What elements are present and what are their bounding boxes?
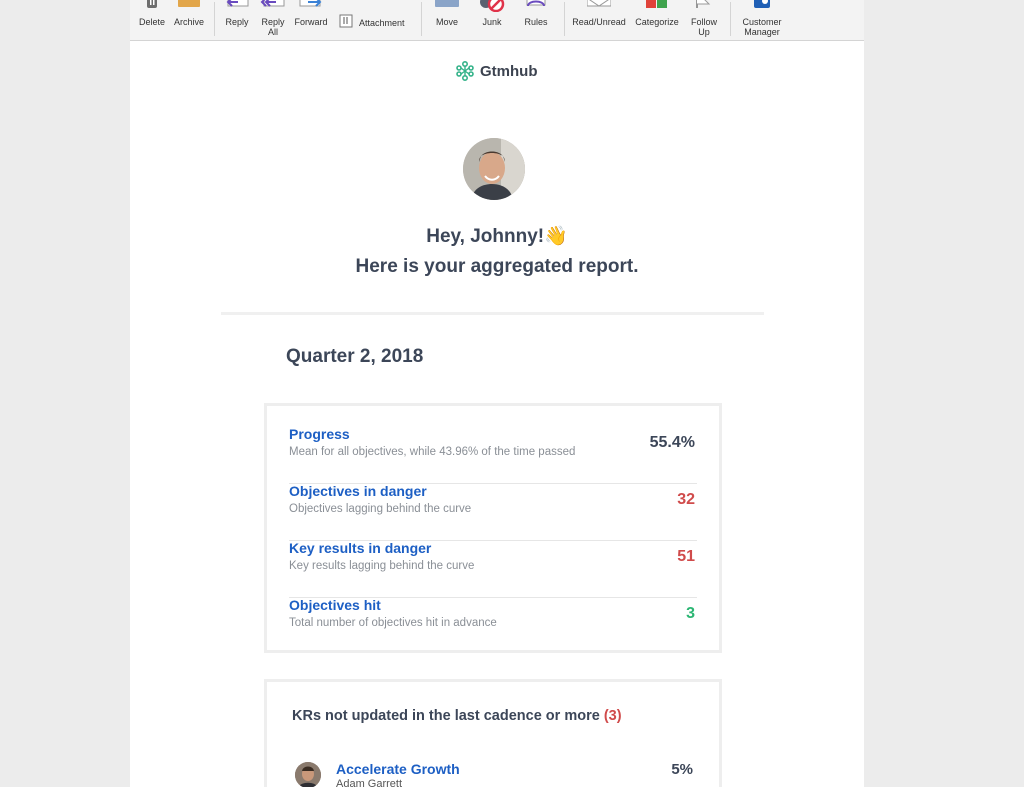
section-divider bbox=[221, 312, 764, 315]
forward-button[interactable]: Forward bbox=[292, 0, 330, 40]
archive-button[interactable]: Archive bbox=[171, 0, 207, 40]
junk-button[interactable]: Junk bbox=[474, 0, 510, 40]
email-window: Delete Archive Reply Reply All Forward A… bbox=[130, 0, 864, 787]
metric-value: 32 bbox=[677, 491, 695, 508]
metric-description: Mean for all objectives, while 43.96% of… bbox=[289, 446, 576, 458]
report-subtitle: Here is your aggregated report. bbox=[355, 256, 639, 277]
toolbar-separator bbox=[564, 2, 565, 36]
metric-title[interactable]: Objectives in danger bbox=[289, 483, 427, 499]
junk-block-icon bbox=[480, 0, 505, 12]
metric-description: Objectives lagging behind the curve bbox=[289, 503, 472, 515]
reply-all-icon bbox=[260, 0, 285, 7]
quarter-heading: Quarter 2, 2018 bbox=[286, 346, 424, 367]
gtmhub-logo: Gtmhub bbox=[456, 60, 538, 82]
user-avatar-photo bbox=[463, 138, 525, 200]
category-tags-icon bbox=[646, 0, 667, 8]
metrics-card: Progress Mean for all objectives, while … bbox=[264, 403, 722, 653]
attachment-button[interactable]: Attachment bbox=[336, 0, 412, 40]
gtmhub-logo-icon bbox=[456, 61, 474, 81]
stale-krs-card: KRs not updated in the last cadence or m… bbox=[264, 679, 722, 787]
metric-description: Key results lagging behind the curve bbox=[289, 560, 475, 572]
folder-icon bbox=[435, 0, 459, 7]
kr-owner-name: Adam Garrett bbox=[336, 778, 403, 787]
stale-krs-heading: KRs not updated in the last cadence or m… bbox=[292, 708, 622, 724]
flag-icon bbox=[696, 0, 711, 8]
metric-objectives-hit: Objectives hit Total number of objective… bbox=[289, 597, 697, 654]
brand-name: Gtmhub bbox=[480, 62, 538, 80]
metric-title[interactable]: Objectives hit bbox=[289, 597, 381, 613]
ribbon-toolbar: Delete Archive Reply Reply All Forward A… bbox=[130, 0, 864, 41]
follow-up-button[interactable]: Follow Up bbox=[686, 0, 722, 40]
metric-title[interactable]: Progress bbox=[289, 426, 350, 442]
rules-button[interactable]: Rules bbox=[518, 0, 554, 40]
customer-manager-icon bbox=[754, 0, 770, 8]
metric-value: 3 bbox=[686, 605, 695, 622]
customer-manager-button[interactable]: Customer Manager bbox=[736, 0, 788, 40]
move-button[interactable]: Move bbox=[428, 0, 466, 40]
stale-krs-heading-text: KRs not updated in the last cadence or m… bbox=[292, 708, 600, 724]
toolbar-separator bbox=[730, 2, 731, 36]
reply-icon bbox=[226, 0, 249, 7]
metric-value: 51 bbox=[677, 548, 695, 565]
toolbar-separator bbox=[214, 2, 215, 36]
paperclip-icon bbox=[339, 14, 353, 28]
kr-owner-avatar bbox=[295, 762, 321, 787]
metric-description: Total number of objectives hit in advanc… bbox=[289, 617, 497, 629]
delete-button[interactable]: Delete bbox=[136, 0, 168, 40]
categorize-button[interactable]: Categorize bbox=[632, 0, 682, 40]
envelope-icon bbox=[587, 0, 611, 7]
metric-value: 55.4% bbox=[649, 434, 695, 451]
rules-icon bbox=[526, 0, 546, 7]
reply-button[interactable]: Reply bbox=[220, 0, 254, 40]
metric-title[interactable]: Key results in danger bbox=[289, 540, 431, 556]
kr-owner-avatar-photo bbox=[295, 762, 321, 787]
toolbar-separator bbox=[421, 2, 422, 36]
metric-objectives-in-danger: Objectives in danger Objectives lagging … bbox=[289, 483, 697, 541]
greeting: Hey, Johnny!👋 bbox=[426, 226, 568, 247]
reply-all-button[interactable]: Reply All bbox=[256, 0, 290, 40]
metric-key-results-in-danger: Key results in danger Key results laggin… bbox=[289, 540, 697, 598]
stale-krs-count: (3) bbox=[603, 708, 622, 724]
read-unread-button[interactable]: Read/Unread bbox=[570, 0, 628, 40]
archive-box-icon bbox=[178, 0, 200, 7]
trash-icon bbox=[147, 0, 157, 8]
kr-name-link[interactable]: Accelerate Growth bbox=[336, 761, 460, 777]
forward-icon bbox=[299, 0, 322, 7]
user-avatar bbox=[463, 138, 525, 200]
kr-progress-value: 5% bbox=[671, 761, 693, 778]
metric-progress: Progress Mean for all objectives, while … bbox=[289, 426, 697, 484]
